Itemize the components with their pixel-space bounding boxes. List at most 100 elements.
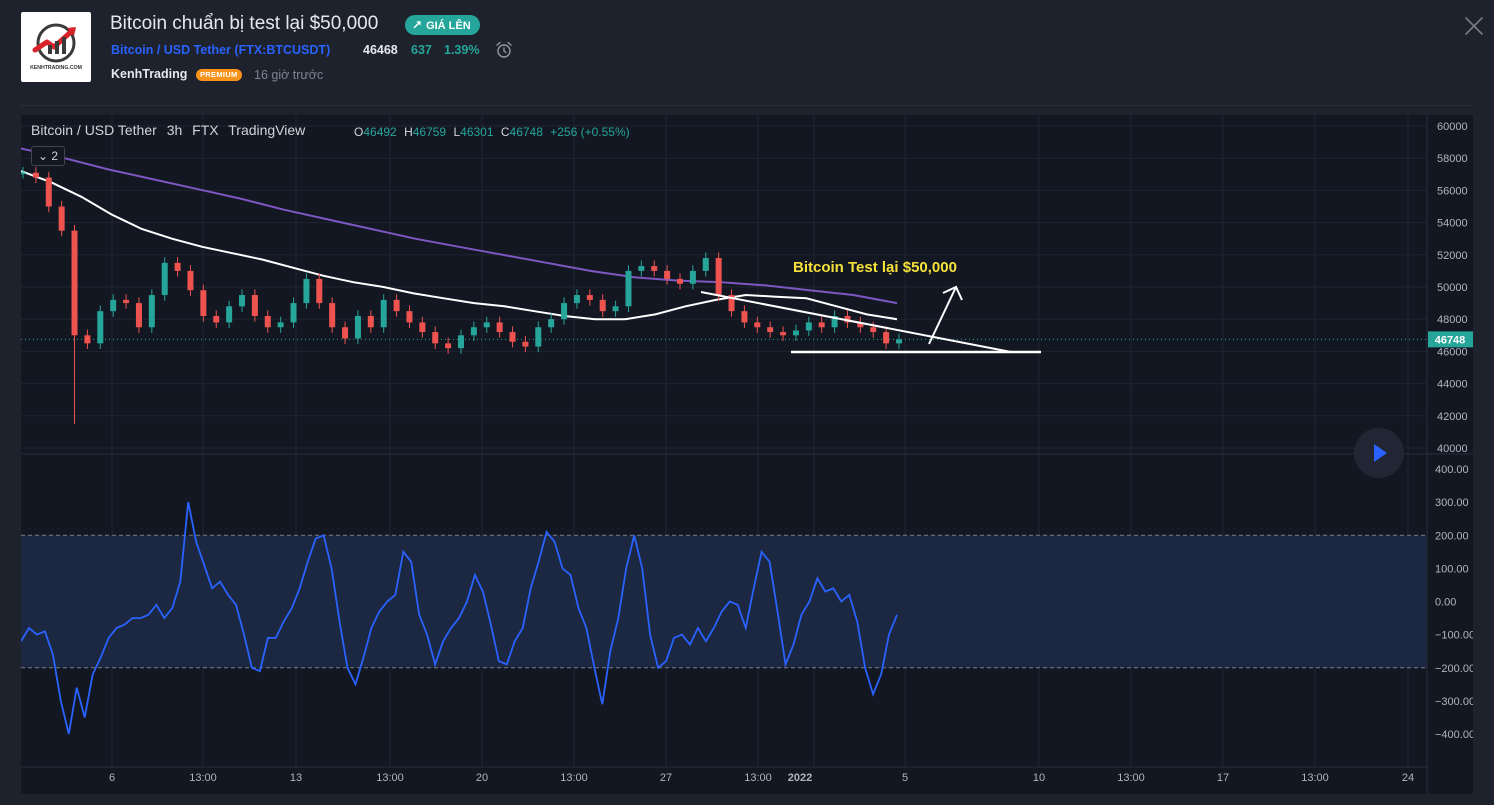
indicator-count: 2 [51,149,59,163]
candle-body [97,311,104,344]
candle-body [123,299,130,304]
candle-body [573,295,580,304]
symbol-link[interactable]: Bitcoin / USD Tether (FTX:BTCUSDT) [111,43,330,57]
price-tick-label: 58000 [1437,153,1468,165]
ohlc-values: O46492 H46759 L46301 C46748 +256 (+0.55%… [354,125,634,139]
candle-body [264,315,271,328]
candle-body [329,303,336,328]
oscillator-axis[interactable]: 400.00 300.00 200.00 100.00 0.00 −100.00 −200.… [1435,464,1473,741]
time-tick-label: 20 [476,772,488,784]
legend-exchange: FTX [192,122,219,138]
time-tick-label: 5 [902,772,908,784]
ohlc-o-label: O [354,125,364,139]
candle-body [32,172,39,178]
ma-purple-line [21,147,898,305]
ohlc-h-label: H [404,125,413,139]
candle-body [290,303,297,323]
oscillator-tick-label: 400.00 [1435,464,1469,476]
price-tick-label: 56000 [1437,185,1468,197]
candle-body [780,332,787,336]
time-tick-label: 2022 [788,772,812,784]
candle-body [110,299,117,312]
oscillator-tick-label: −100.00 [1435,630,1473,642]
candle-body [432,332,439,344]
candle-body [71,230,78,336]
chart-canvas[interactable]: Bitcoin Test lại $50,000 600005800056000… [21,115,1473,794]
candle-body [702,258,709,271]
candle-body [419,322,426,333]
time-tick-label: 6 [109,772,115,784]
candle-body [896,339,902,344]
horizontal-grid [21,125,1427,449]
candle-body [239,295,245,307]
candle-body [470,327,477,336]
idea-title: Bitcoin chuẩn bị test lại $50,000 [110,13,379,34]
time-tick-label: 13:00 [189,772,217,784]
candle-body [226,306,233,323]
legend-source: TradingView [228,122,306,138]
play-button[interactable] [1354,428,1404,478]
oscillator-tick-label: −300.00 [1435,696,1473,708]
last-price-value: 46748 [1435,334,1466,346]
indicators-toggle[interactable]: ⌄ 2 [31,146,66,166]
price-tick-label: 54000 [1437,218,1468,230]
legend-symbol: Bitcoin / USD Tether [31,122,157,138]
candle-body [689,270,696,284]
vertical-grid [111,115,1409,767]
time-tick-label: 24 [1402,772,1414,784]
candle-body [612,306,619,312]
candle-body [380,299,387,328]
author-name[interactable]: KenhTrading [111,67,187,81]
candle-body [586,295,593,300]
price-tick-label: 50000 [1437,282,1468,294]
time-tick-label: 27 [660,772,672,784]
candle-body [213,315,220,323]
time-tick-label: 13 [290,772,302,784]
candle-body [883,332,890,344]
ohlc-close: 46748 [509,125,543,139]
candle-body [805,322,812,331]
author-logo[interactable]: KENHTRADING.COM [21,12,91,82]
candle-body [548,319,555,328]
time-tick-label: 13:00 [744,772,772,784]
candle-body [148,295,155,328]
candle-body [200,290,207,316]
breakout-arrow[interactable] [928,286,957,345]
alarm-clock-icon[interactable] [494,40,514,60]
candle-body [792,330,799,336]
candle-body [818,322,825,328]
symbol-change-percent: 1.39% [444,43,480,57]
chart-annotation[interactable]: Bitcoin Test lại $50,000 [793,259,957,276]
candle-body [161,262,168,296]
chevron-down-icon: ⌄ [38,149,49,163]
price-axis[interactable]: 60000 58000 56000 54000 52000 50000 48000 46000… [1437,121,1468,455]
candle-body [21,172,26,175]
candle-body [767,327,774,333]
symbol-name: Bitcoin / USD Tether ( [111,43,239,57]
time-tick-label: 10 [1033,772,1045,784]
candle-body [651,266,658,271]
candle-body [496,322,503,333]
symbol-close: ) [326,43,331,57]
close-icon[interactable] [1462,14,1486,38]
trendline-upper[interactable] [700,291,1012,353]
ohlc-high: 46759 [412,125,447,139]
legend-interval[interactable]: 3h [167,122,183,138]
price-tick-label: 44000 [1437,379,1468,391]
time-tick-label: 13:00 [560,772,588,784]
candle-body [741,311,748,323]
time-axis[interactable]: 6 13:00 13 13:00 20 13:00 27 13:00 2022 5 10 13:00 1… [109,772,1414,784]
candle-body [316,278,323,304]
premium-badge: PREMIUM [196,69,242,81]
price-tick-label: 48000 [1437,314,1468,326]
candle-body [445,343,452,349]
oscillator-tick-label: −200.00 [1435,663,1473,675]
symbol-price: 46468 [363,43,398,57]
candle-body [561,303,568,320]
candle-body [187,270,194,291]
play-icon [1374,444,1387,462]
candle-body [535,327,542,347]
candle-body [45,177,52,207]
candle-body [522,341,529,347]
chart-container[interactable]: Bitcoin Test lại $50,000 60000 58000 56000… [21,115,1473,794]
